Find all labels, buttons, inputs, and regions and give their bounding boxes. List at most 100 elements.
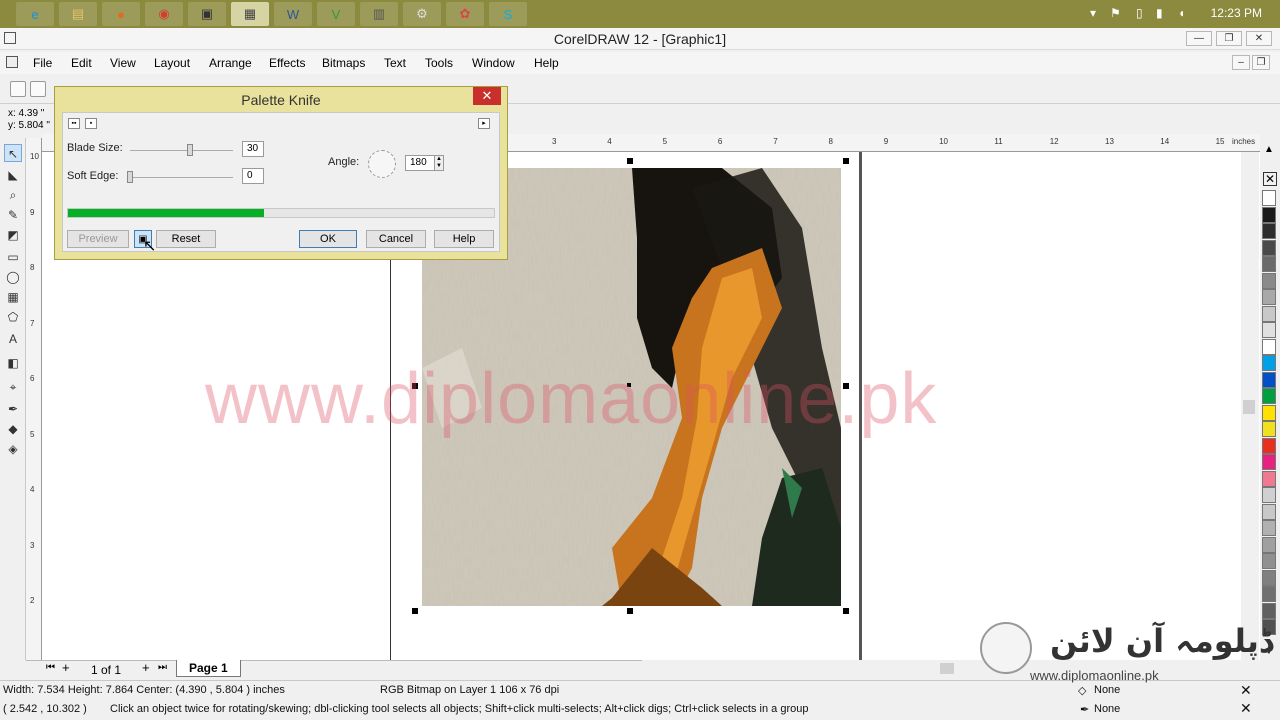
- palette-scroll-up-icon[interactable]: ▲: [1264, 144, 1274, 155]
- network-tray-icon[interactable]: ▮: [1156, 6, 1163, 20]
- color-swatch[interactable]: [1262, 454, 1276, 470]
- selection-handle[interactable]: [412, 608, 418, 614]
- color-swatch[interactable]: [1262, 437, 1276, 454]
- color-swatch[interactable]: [1262, 223, 1276, 239]
- close-button[interactable]: ✕: [1246, 31, 1272, 46]
- first-page-icon[interactable]: ⏮: [46, 662, 55, 673]
- open-icon[interactable]: [30, 81, 46, 97]
- soft-edge-slider[interactable]: [130, 177, 233, 178]
- coreldraw-icon[interactable]: ▦: [231, 2, 269, 26]
- no-fill-swatch[interactable]: ✕: [1263, 172, 1277, 186]
- blade-size-input[interactable]: 30: [242, 141, 264, 157]
- smart-fill-tool-icon[interactable]: ◩: [4, 226, 22, 244]
- chrome-icon[interactable]: ◉: [145, 2, 183, 26]
- outline-status[interactable]: None: [1094, 703, 1120, 715]
- color-swatch[interactable]: [1262, 520, 1276, 536]
- firefox-icon[interactable]: ●: [102, 2, 140, 26]
- doc-minimize-button[interactable]: –: [1232, 55, 1250, 70]
- pick-tool-icon[interactable]: ↖: [4, 144, 22, 162]
- doc-restore-button[interactable]: ❐: [1252, 55, 1270, 70]
- dual-preview-icon[interactable]: ▪▪: [68, 118, 80, 129]
- internet-explorer-icon[interactable]: e: [16, 2, 54, 26]
- menu-arrange[interactable]: Arrange: [209, 56, 252, 70]
- flag-icon[interactable]: ⚑: [1110, 6, 1121, 20]
- zoom-tool-icon[interactable]: ⌕: [4, 186, 22, 204]
- volume-icon[interactable]: ◖: [1178, 6, 1185, 20]
- minimize-button[interactable]: —: [1186, 31, 1212, 46]
- color-swatch[interactable]: [1262, 553, 1276, 569]
- freehand-tool-icon[interactable]: ✎: [4, 206, 22, 224]
- paint-icon[interactable]: ✿: [446, 2, 484, 26]
- color-swatch[interactable]: [1262, 338, 1276, 355]
- phone-icon[interactable]: ▯: [1136, 6, 1143, 20]
- ok-button[interactable]: OK: [299, 230, 357, 248]
- graph-paper-tool-icon[interactable]: ▦: [4, 288, 22, 306]
- add-page-before-icon[interactable]: +: [62, 660, 70, 675]
- eyedropper-tool-icon[interactable]: ⌖: [4, 378, 22, 396]
- color-swatch[interactable]: [1262, 305, 1276, 322]
- angle-dial[interactable]: [368, 150, 396, 178]
- ellipse-tool-icon[interactable]: ◯: [4, 268, 22, 286]
- fill-status[interactable]: None: [1094, 684, 1120, 696]
- color-swatch[interactable]: [1262, 470, 1276, 487]
- rectangle-tool-icon[interactable]: ▭: [4, 248, 22, 266]
- color-swatch[interactable]: [1262, 388, 1276, 404]
- color-swatch[interactable]: [1262, 272, 1276, 289]
- color-swatch[interactable]: [1262, 421, 1276, 437]
- last-page-icon[interactable]: ⏭: [158, 662, 167, 673]
- color-swatch[interactable]: [1262, 256, 1276, 272]
- reset-button[interactable]: Reset: [156, 230, 216, 248]
- soft-edge-input[interactable]: 0: [242, 168, 264, 184]
- menu-edit[interactable]: Edit: [71, 56, 92, 70]
- menu-text[interactable]: Text: [384, 56, 406, 70]
- selection-handle[interactable]: [843, 158, 849, 164]
- outline-tool-icon[interactable]: ✒: [4, 400, 22, 418]
- color-swatch[interactable]: [1262, 569, 1276, 586]
- color-swatch[interactable]: [1262, 487, 1276, 503]
- color-swatch[interactable]: [1262, 289, 1276, 305]
- word-icon[interactable]: W: [274, 2, 312, 26]
- menu-window[interactable]: Window: [472, 56, 515, 70]
- color-swatch[interactable]: [1262, 503, 1276, 520]
- cancel-button[interactable]: Cancel: [366, 230, 426, 248]
- vertical-scroll-thumb[interactable]: [1243, 400, 1255, 414]
- menu-tools[interactable]: Tools: [425, 56, 453, 70]
- single-preview-icon[interactable]: ▪: [85, 118, 97, 129]
- page-tab[interactable]: Page 1: [176, 660, 241, 677]
- file-explorer-icon[interactable]: ▤: [59, 2, 97, 26]
- vivavideo-icon[interactable]: V: [317, 2, 355, 26]
- basic-shapes-tool-icon[interactable]: ⬠: [4, 308, 22, 326]
- add-page-after-icon[interactable]: +: [142, 660, 150, 675]
- help-button[interactable]: Help: [434, 230, 494, 248]
- preview-button[interactable]: Preview: [67, 230, 129, 248]
- shape-tool-icon[interactable]: ◣: [4, 166, 22, 184]
- x-coordinate[interactable]: x: 4.39 ": [8, 108, 44, 119]
- skype-icon[interactable]: S: [489, 2, 527, 26]
- color-swatch[interactable]: [1262, 239, 1276, 256]
- menu-layout[interactable]: Layout: [154, 56, 190, 70]
- menu-effects[interactable]: Effects: [269, 56, 305, 70]
- color-swatch[interactable]: [1262, 206, 1276, 223]
- fill-tool-icon[interactable]: ◆: [4, 420, 22, 438]
- menu-help[interactable]: Help: [534, 56, 559, 70]
- soft-edge-slider-thumb[interactable]: [127, 171, 133, 183]
- menu-bitmaps[interactable]: Bitmaps: [322, 56, 365, 70]
- vertical-scrollbar[interactable]: [1241, 152, 1259, 660]
- color-swatch[interactable]: [1262, 586, 1276, 602]
- calculator-icon[interactable]: ▥: [360, 2, 398, 26]
- color-swatch[interactable]: [1262, 190, 1276, 206]
- new-document-icon[interactable]: [10, 81, 26, 97]
- angle-input[interactable]: 180: [405, 155, 435, 171]
- menu-file[interactable]: File: [33, 56, 52, 70]
- network-icon[interactable]: ⚙: [403, 2, 441, 26]
- media-icon[interactable]: ▣: [188, 2, 226, 26]
- selection-handle[interactable]: [627, 158, 633, 164]
- color-swatch[interactable]: [1262, 355, 1276, 371]
- restore-button[interactable]: ❐: [1216, 31, 1242, 46]
- document-icon[interactable]: [6, 56, 18, 68]
- menu-view[interactable]: View: [110, 56, 136, 70]
- interactive-fill-tool-icon[interactable]: ◈: [4, 440, 22, 458]
- collapse-arrow-icon[interactable]: ▸: [478, 118, 490, 129]
- color-swatch[interactable]: [1262, 602, 1276, 619]
- color-swatch[interactable]: [1262, 404, 1276, 421]
